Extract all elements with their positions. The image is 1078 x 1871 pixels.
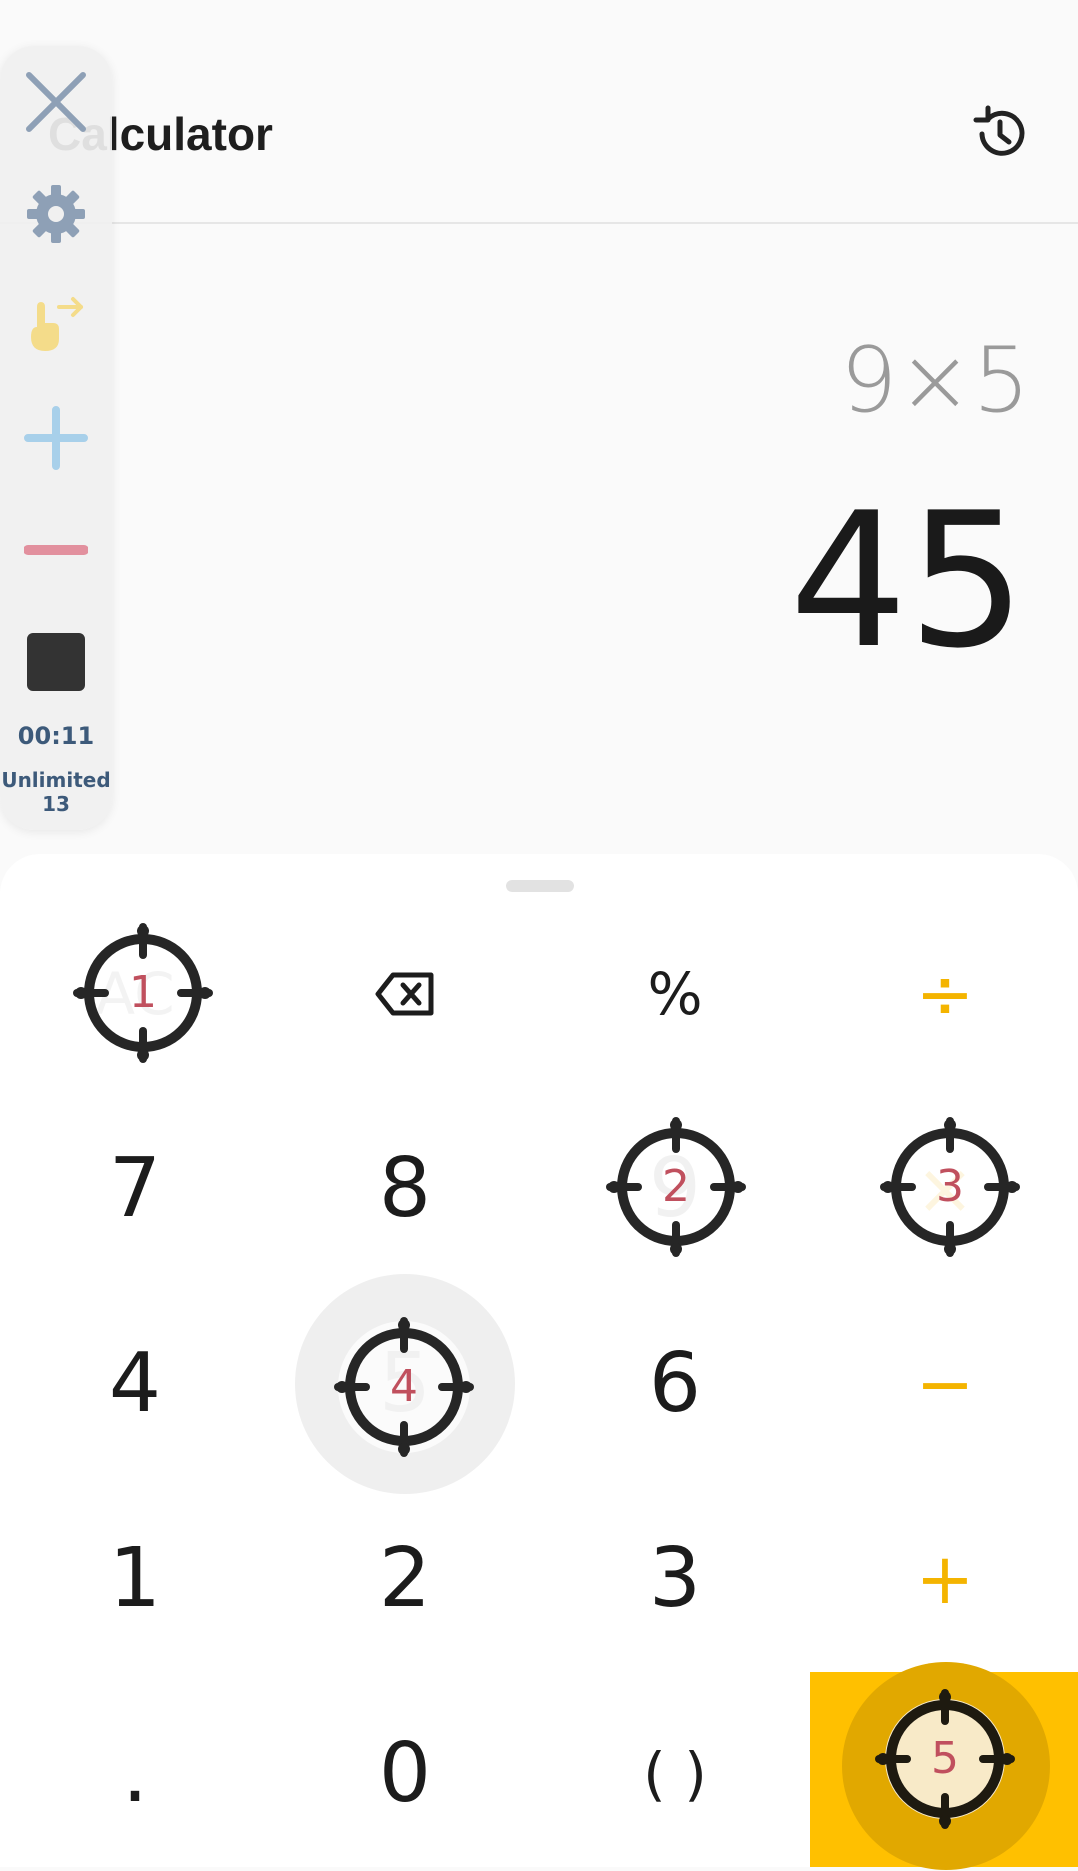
recording-timer: 00:11	[17, 722, 95, 750]
hand-swipe-icon	[31, 297, 83, 351]
key-0[interactable]: 0	[270, 1676, 540, 1871]
touch-target-number: 4	[390, 1361, 418, 1412]
key-4-label: 4	[108, 1336, 162, 1431]
touch-target-4: 4	[334, 1317, 474, 1457]
key-0-label: 0	[378, 1726, 432, 1821]
history-icon	[973, 105, 1025, 156]
key-2-label: 2	[378, 1531, 432, 1626]
plan-count: 13	[42, 792, 70, 816]
key-3[interactable]: 3	[540, 1481, 810, 1676]
backspace-icon	[375, 972, 434, 1015]
key-7[interactable]: 7	[0, 1091, 270, 1286]
touch-target-1: 1	[73, 923, 213, 1063]
key-2[interactable]: 2	[270, 1481, 540, 1676]
touch-target-2: 2	[606, 1117, 746, 1257]
close-icon	[26, 72, 86, 132]
plus-icon	[24, 406, 88, 470]
history-button[interactable]	[968, 102, 1032, 166]
overlay-zoom-out-button[interactable]	[20, 514, 92, 586]
divide-button[interactable]: ÷	[810, 896, 1078, 1091]
decimal-button[interactable]: .	[0, 1676, 270, 1871]
plus-label: +	[915, 1537, 975, 1620]
key-4[interactable]: 4	[0, 1286, 270, 1481]
touch-target-number: 1	[129, 967, 157, 1018]
plus-button[interactable]: +	[810, 1481, 1078, 1676]
touch-target-5: 5	[875, 1689, 1015, 1829]
stop-icon	[27, 633, 85, 691]
key-6-label: 6	[648, 1336, 702, 1431]
overlay-close-button[interactable]	[20, 66, 92, 138]
calc-display: 9×5 45	[0, 226, 1078, 846]
key-3-label: 3	[648, 1531, 702, 1626]
key-6[interactable]: 6	[540, 1286, 810, 1481]
divide-label: ÷	[915, 952, 975, 1035]
parentheses-label: ( )	[643, 1739, 707, 1808]
key-8[interactable]: 8	[270, 1091, 540, 1286]
overlay-settings-button[interactable]	[20, 178, 92, 250]
overlay-stop-button[interactable]	[20, 626, 92, 698]
gear-icon	[27, 185, 85, 243]
backspace-button[interactable]	[270, 896, 540, 1091]
percent-button[interactable]: %	[540, 896, 810, 1091]
parentheses-button[interactable]: ( )	[540, 1676, 810, 1871]
recorder-overlay-panel: 00:11 Unlimited 13	[0, 46, 112, 830]
decimal-label: .	[121, 1726, 149, 1821]
key-8-label: 8	[378, 1141, 432, 1236]
minus-label: −	[915, 1342, 975, 1425]
percent-label: %	[647, 959, 703, 1028]
plan-info: Unlimited 13	[0, 768, 112, 816]
touch-target-3: 3	[880, 1117, 1020, 1257]
overlay-zoom-in-button[interactable]	[20, 402, 92, 474]
drag-handle[interactable]	[506, 880, 574, 892]
overlay-gesture-button[interactable]	[20, 290, 92, 362]
key-1[interactable]: 1	[0, 1481, 270, 1676]
key-1-label: 1	[108, 1531, 162, 1626]
result-text: 45	[789, 472, 1026, 689]
touch-target-number: 5	[931, 1733, 959, 1784]
touch-target-number: 2	[662, 1161, 690, 1212]
key-7-label: 7	[108, 1141, 162, 1236]
minus-icon	[24, 545, 88, 555]
touch-target-number: 3	[936, 1161, 964, 1212]
plan-label: Unlimited	[1, 768, 111, 792]
expression-text: 9×5	[840, 328, 1030, 433]
minus-button[interactable]: −	[810, 1286, 1078, 1481]
app-header: Calculator	[0, 0, 1078, 224]
